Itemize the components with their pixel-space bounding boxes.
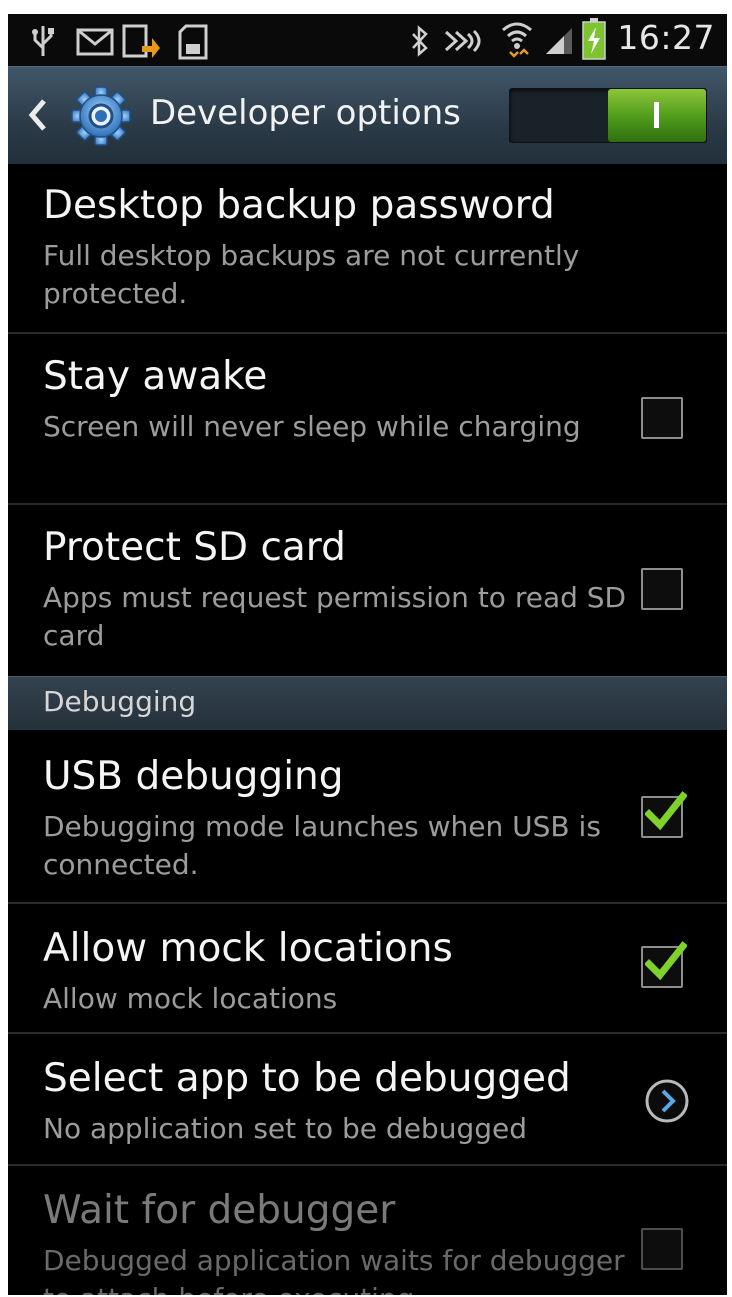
setting-usb-debugging[interactable]: USB debugging Debugging mode launches wh… xyxy=(8,730,727,904)
action-bar: Developer options xyxy=(8,66,727,164)
section-header-debugging: Debugging xyxy=(8,676,727,730)
setting-protect-sd-card[interactable]: Protect SD card Apps must request permis… xyxy=(8,505,727,676)
bluetooth-icon xyxy=(412,25,428,57)
download-icon xyxy=(122,24,160,58)
mail-icon xyxy=(76,28,114,56)
wait-for-debugger-checkbox[interactable] xyxy=(641,1228,683,1270)
setting-title: Desktop backup password xyxy=(43,183,555,228)
clock: 16:27 xyxy=(617,18,715,57)
setting-summary: No application set to be debugged xyxy=(43,1112,527,1145)
chevron-right-icon[interactable] xyxy=(644,1078,690,1124)
back-icon[interactable] xyxy=(26,95,50,135)
wifi-icon xyxy=(502,22,532,58)
setting-title: Protect SD card xyxy=(43,525,346,570)
checkmark-icon xyxy=(645,791,687,831)
setting-allow-mock-locations[interactable]: Allow mock locations Allow mock location… xyxy=(8,904,727,1034)
setting-summary: Screen will never sleep while charging xyxy=(43,410,581,443)
settings-list: Desktop backup password Full desktop bac… xyxy=(8,163,727,1295)
section-title: Debugging xyxy=(43,685,197,718)
setting-summary: Debugged application waits for debugger … xyxy=(43,1244,625,1295)
switch-on-mark xyxy=(654,102,659,128)
sdcard-icon xyxy=(178,24,208,60)
usb-icon xyxy=(32,26,54,56)
setting-summary: Full desktop backups are not currently p… xyxy=(43,239,580,310)
developer-options-switch[interactable] xyxy=(509,88,707,143)
setting-stay-awake[interactable]: Stay awake Screen will never sleep while… xyxy=(8,334,727,505)
checkmark-icon xyxy=(645,941,687,981)
setting-title: Stay awake xyxy=(43,354,268,399)
setting-title: Allow mock locations xyxy=(43,926,453,971)
setting-desktop-backup-password[interactable]: Desktop backup password Full desktop bac… xyxy=(8,163,727,334)
protect-sd-checkbox[interactable] xyxy=(641,568,683,610)
setting-select-debug-app[interactable]: Select app to be debugged No application… xyxy=(8,1034,727,1166)
signal-icon xyxy=(546,28,572,54)
setting-summary: Apps must request permission to read SD … xyxy=(43,581,627,652)
setting-title: Wait for debugger xyxy=(43,1188,396,1233)
mock-locations-checkbox[interactable] xyxy=(641,941,687,988)
switch-thumb xyxy=(608,89,706,142)
gear-icon xyxy=(71,86,131,146)
setting-summary: Allow mock locations xyxy=(43,982,338,1015)
nfc-icon xyxy=(444,29,481,53)
battery-charging-icon xyxy=(582,18,606,60)
page-title: Developer options xyxy=(150,93,461,133)
setting-summary: Debugging mode launches when USB is conn… xyxy=(43,810,601,881)
setting-title: Select app to be debugged xyxy=(43,1056,571,1101)
usb-debugging-checkbox[interactable] xyxy=(641,791,687,838)
stay-awake-checkbox[interactable] xyxy=(641,397,683,439)
phone-screen: 16:27 Developer options Desktop backup p… xyxy=(8,14,727,1295)
setting-title: USB debugging xyxy=(43,754,344,799)
status-bar: 16:27 xyxy=(8,14,727,66)
setting-wait-for-debugger[interactable]: Wait for debugger Debugged application w… xyxy=(8,1166,727,1295)
